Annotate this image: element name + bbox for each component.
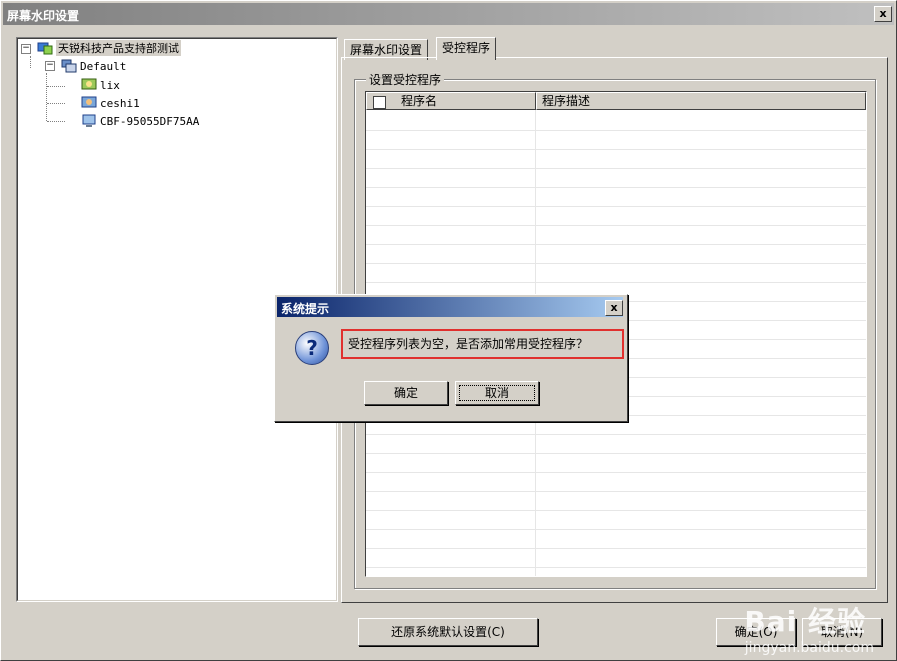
restore-defaults-button[interactable]: 还原系统默认设置(C) [358,618,538,646]
tree-node-label: CBF-95055DF75AA [100,114,200,128]
column-header-description[interactable]: 程序描述 [536,92,866,110]
dialog-close-button[interactable]: x [605,300,623,316]
row-line [366,187,866,188]
tree-node-root-label: 天锐科技产品支持部测试 [56,40,181,56]
dialog-message: 受控程序列表为空，是否添加常用受控程序？ [341,329,624,359]
tab-controlled-programs[interactable]: 受控程序 [436,37,497,60]
row-line [366,130,866,131]
tree-node-default-label: Default [80,59,127,73]
row-line [366,263,866,264]
network-icon [37,41,53,55]
row-line [366,510,866,511]
user-computer-icon [81,78,97,92]
select-all-checkbox[interactable] [373,96,386,109]
expander-root[interactable]: − [21,44,31,54]
system-prompt-dialog: 系统提示 x ? 受控程序列表为空，是否添加常用受控程序？ 确定 取消 [274,294,628,422]
question-icon: ? [295,331,329,365]
tree-line [47,121,65,122]
column-description-label: 程序描述 [542,94,591,108]
dialog-ok-button[interactable]: 确定 [364,381,448,405]
computer-icon [81,114,97,128]
row-line [366,567,866,568]
window-close-button[interactable]: x [874,6,892,22]
tree-line [47,103,65,104]
group-title: 设置受控程序 [366,71,445,88]
user-computer-icon [81,96,97,110]
tree-line [46,73,47,121]
tree-node-label: ceshi1 [100,96,140,110]
expander-default[interactable]: − [45,61,55,71]
computer-group-icon [61,59,77,73]
row-line [366,225,866,226]
row-line [366,453,866,454]
row-line [366,206,866,207]
watermark-brand: Bai 经验 [744,605,866,638]
row-line [366,168,866,169]
row-line [366,244,866,245]
tree-node-root[interactable]: 天锐科技产品支持部测试 [37,40,181,56]
tree-node-default[interactable]: Default [61,58,126,74]
dialog-title: 系统提示 [281,302,330,316]
row-line [366,434,866,435]
column-header-name[interactable]: 程序名 [366,92,536,110]
row-line [366,472,866,473]
row-line [366,282,866,283]
column-name-label: 程序名 [401,94,438,108]
dialog-title-bar: 系统提示 x [277,297,623,317]
tree-node-cbf[interactable]: CBF-95055DF75AA [81,113,199,129]
row-line [366,548,866,549]
tree-line [47,86,65,87]
tree-node-ceshi1[interactable]: ceshi1 [81,95,140,111]
row-line [366,529,866,530]
tree-node-lix[interactable]: lix [81,77,120,93]
title-bar: 屏幕水印设置 x [3,3,894,25]
watermark-url: jingyan.baidu.com [744,640,874,656]
row-line [366,491,866,492]
window-title: 屏幕水印设置 [7,9,80,23]
tree-line [30,56,31,68]
dialog-cancel-button[interactable]: 取消 [455,381,539,405]
tree-node-label: lix [100,78,120,92]
row-line [366,149,866,150]
